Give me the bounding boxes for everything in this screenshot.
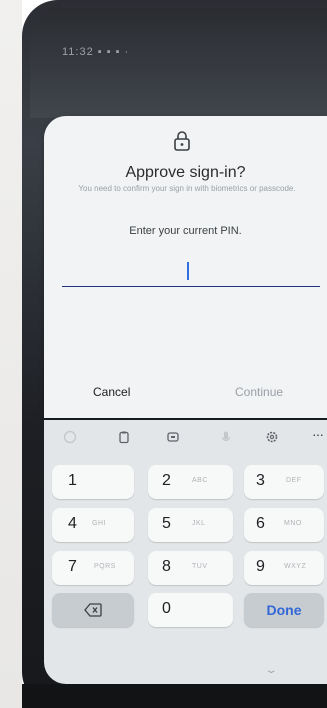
key-number: 7 <box>68 558 77 575</box>
continue-button[interactable]: Continue <box>235 385 283 399</box>
key-number: 3 <box>256 472 265 489</box>
key-number: 2 <box>162 472 171 489</box>
dialog-title: Approve sign-in? <box>125 164 246 181</box>
pin-input[interactable] <box>62 258 320 287</box>
key-6[interactable]: 6 MNO <box>244 508 324 542</box>
dialog-subtitle: You need to confirm your sign in with bi… <box>78 184 296 193</box>
more-icon[interactable]: ··· <box>312 426 324 442</box>
key-number: 4 <box>68 515 77 532</box>
key-number: 6 <box>256 515 265 532</box>
key-letters: GHI <box>92 520 106 527</box>
key-4[interactable]: 4 GHI <box>52 508 134 542</box>
key-1[interactable]: 1 <box>52 465 134 499</box>
key-number: 0 <box>162 600 171 617</box>
sticker-icon[interactable] <box>166 430 180 444</box>
status-bar-time: 11:32 ▪ ▪ ▪ · <box>62 46 130 58</box>
clipboard-icon[interactable] <box>117 430 131 444</box>
key-2[interactable]: 2 ABC <box>148 465 233 499</box>
chevron-down-icon[interactable]: ⌄ <box>264 665 277 676</box>
key-7[interactable]: 7 PQRS <box>52 551 134 585</box>
screen-dimmed-area <box>30 8 327 118</box>
microphone-icon[interactable] <box>219 430 233 444</box>
cancel-button[interactable]: Cancel <box>93 385 130 399</box>
key-3[interactable]: 3 DEF <box>244 465 324 499</box>
key-letters: JKL <box>192 520 206 527</box>
backspace-key[interactable] <box>52 593 134 627</box>
key-letters: MNO <box>284 520 302 527</box>
key-number: 1 <box>68 472 77 489</box>
key-number: 5 <box>162 515 171 532</box>
key-letters: PQRS <box>94 563 116 570</box>
key-letters: TUV <box>192 563 208 570</box>
key-letters: ABC <box>192 477 208 484</box>
key-letters: DEF <box>286 477 302 484</box>
key-9[interactable]: 9 WXYZ <box>244 551 324 585</box>
text-cursor <box>187 262 189 280</box>
key-5[interactable]: 5 JKL <box>148 508 233 542</box>
backspace-icon <box>84 603 102 617</box>
key-letters: WXYZ <box>284 563 307 570</box>
done-label: Done <box>266 602 302 618</box>
lock-icon <box>174 131 190 151</box>
emoji-icon[interactable] <box>63 430 77 444</box>
pin-prompt: Enter your current PIN. <box>129 225 242 237</box>
key-number: 8 <box>162 558 171 575</box>
key-0[interactable]: 0 <box>148 593 233 627</box>
key-number: 9 <box>256 558 265 575</box>
phone-bottom-bezel <box>22 684 327 708</box>
done-button[interactable]: Done <box>244 593 324 627</box>
key-8[interactable]: 8 TUV <box>148 551 233 585</box>
photo-background <box>0 0 22 708</box>
settings-icon[interactable] <box>265 430 279 444</box>
